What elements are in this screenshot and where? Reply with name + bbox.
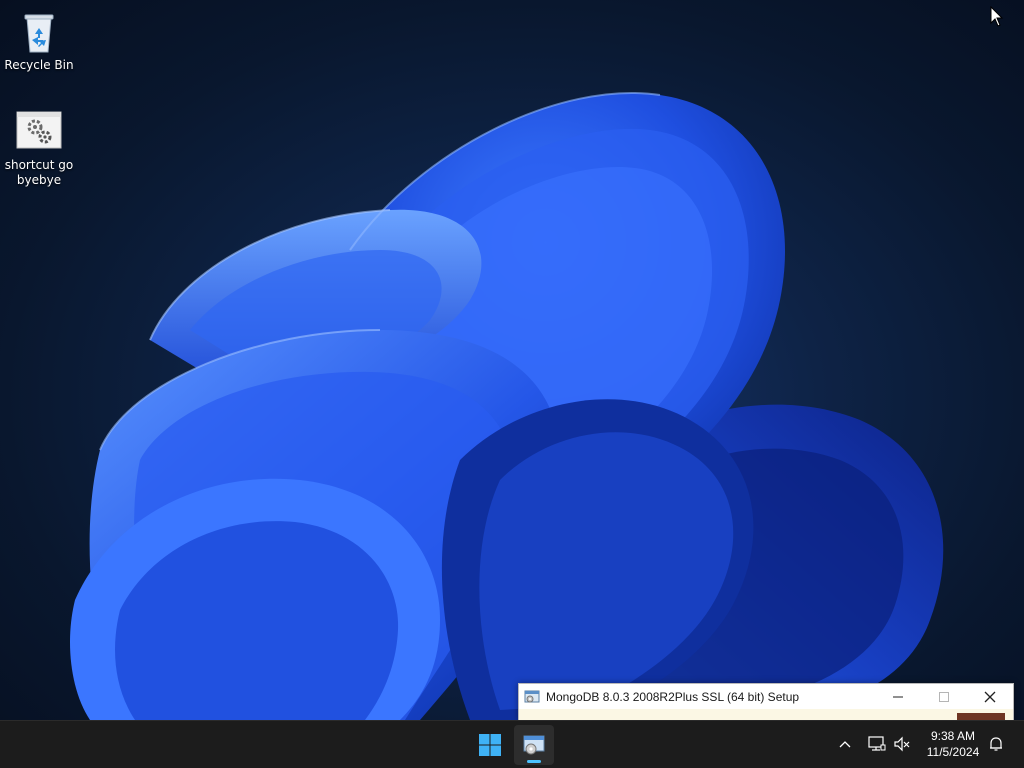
minimize-icon <box>893 696 903 697</box>
network-icon <box>868 736 886 751</box>
installer-icon <box>524 690 540 702</box>
volume-muted-icon <box>894 736 910 752</box>
taskbar-clock[interactable]: 9:38 AM 11/5/2024 <box>918 728 988 760</box>
close-button[interactable] <box>967 684 1013 709</box>
notification-bell-icon <box>990 737 1002 751</box>
volume-button[interactable] <box>891 733 913 755</box>
setup-window-title: MongoDB 8.0.3 2008R2Plus SSL (64 bit) Se… <box>546 689 800 704</box>
start-button[interactable] <box>470 725 510 765</box>
maximize-button[interactable] <box>921 684 967 709</box>
windows-start-icon <box>479 734 501 756</box>
taskbar: 9:38 AM 11/5/2024 <box>0 720 1024 768</box>
desktop-icon-label: shortcut go byebye <box>4 158 74 187</box>
network-button[interactable] <box>866 733 888 755</box>
setup-window[interactable]: MongoDB 8.0.3 2008R2Plus SSL (64 bit) Se… <box>518 683 1014 721</box>
maximize-icon <box>939 691 949 702</box>
installer-icon <box>523 735 545 755</box>
recycle-bin-icon <box>24 14 54 53</box>
notifications-button[interactable] <box>985 733 1007 755</box>
desktop-icon-label: Recycle Bin <box>4 58 74 72</box>
mouse-cursor-icon <box>990 6 1004 27</box>
desktop-icon-recycle-bin[interactable]: Recycle Bin <box>1 8 77 73</box>
tray-overflow-button[interactable] <box>834 733 856 755</box>
minimize-button[interactable] <box>875 684 921 709</box>
close-icon <box>984 691 996 702</box>
clock-time: 9:38 AM <box>930 729 976 743</box>
desktop-icon-shortcut[interactable]: shortcut go byebye <box>1 108 77 188</box>
clock-date: 11/5/2024 <box>926 745 980 759</box>
gear-shortcut-icon <box>16 111 62 149</box>
chevron-up-icon <box>839 741 851 748</box>
taskbar-app-setup[interactable] <box>514 725 554 765</box>
desktop: Recycle Bin shortcut go byebye <box>0 0 1024 720</box>
active-app-indicator <box>527 760 541 763</box>
bloom-wallpaper <box>70 91 944 720</box>
